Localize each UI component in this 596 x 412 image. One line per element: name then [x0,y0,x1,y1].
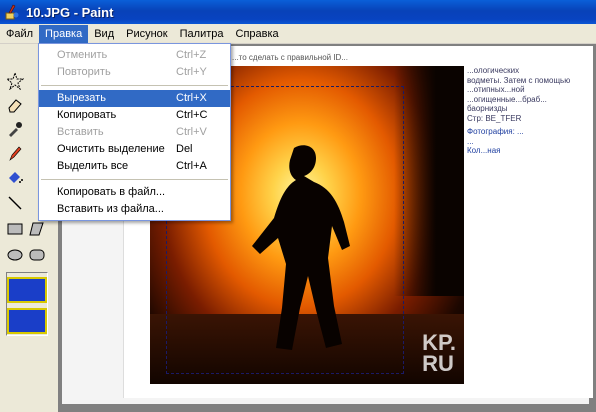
image-side-text: ...ологических водметы. Затем с помощью … [467,66,571,155]
paint-app-icon[interactable] [4,4,20,20]
menu-view[interactable]: Вид [88,25,120,43]
menu-separator [41,85,228,86]
free-select-icon[interactable] [4,70,26,92]
airbrush-icon[interactable] [4,166,26,188]
rectangle-icon[interactable] [4,218,26,240]
color-picker-icon[interactable] [4,118,26,140]
menu-item-redo[interactable]: Повторить Ctrl+Y [39,64,230,81]
title-bar: 10.JPG - Paint [0,0,596,24]
menu-item-cut[interactable]: Вырезать Ctrl+X [39,90,230,107]
kp-ru-watermark: KP. RU [422,330,456,376]
menu-help[interactable]: Справка [230,25,285,43]
ellipse-icon[interactable] [4,244,26,266]
menu-item-paste-from-file[interactable]: Вставить из файла... [39,201,230,218]
menu-item-select-all[interactable]: Выделить все Ctrl+A [39,158,230,175]
menu-item-clear-selection[interactable]: Очистить выделение Del [39,141,230,158]
image-top-caption: ...то сделать с правильной ID... [232,53,348,62]
menu-edit[interactable]: Правка [39,24,89,43]
menu-separator [41,179,228,180]
menu-bar: Файл Правка Вид Рисунок Палитра Справка [0,24,596,44]
menu-item-paste[interactable]: Вставить Ctrl+V [39,124,230,141]
pencil-icon[interactable] [4,142,26,164]
menu-colors[interactable]: Палитра [174,25,230,43]
polygon-icon[interactable] [26,218,48,240]
edit-menu-dropdown: Отменить Ctrl+Z Повторить Ctrl+Y Вырезать C… [38,43,231,221]
eraser-icon[interactable] [4,94,26,116]
rounded-rectangle-icon[interactable] [26,244,48,266]
opaque-selection-option[interactable] [7,277,47,303]
menu-item-copy[interactable]: Копировать Ctrl+C [39,107,230,124]
transparent-selection-option[interactable] [7,308,47,334]
menu-file[interactable]: Файл [0,25,39,43]
line-icon[interactable] [4,192,26,214]
menu-item-copy-to-file[interactable]: Копировать в файл... [39,184,230,201]
window-title: 10.JPG - Paint [26,4,114,20]
menu-item-undo[interactable]: Отменить Ctrl+Z [39,47,230,64]
menu-image[interactable]: Рисунок [120,25,174,43]
